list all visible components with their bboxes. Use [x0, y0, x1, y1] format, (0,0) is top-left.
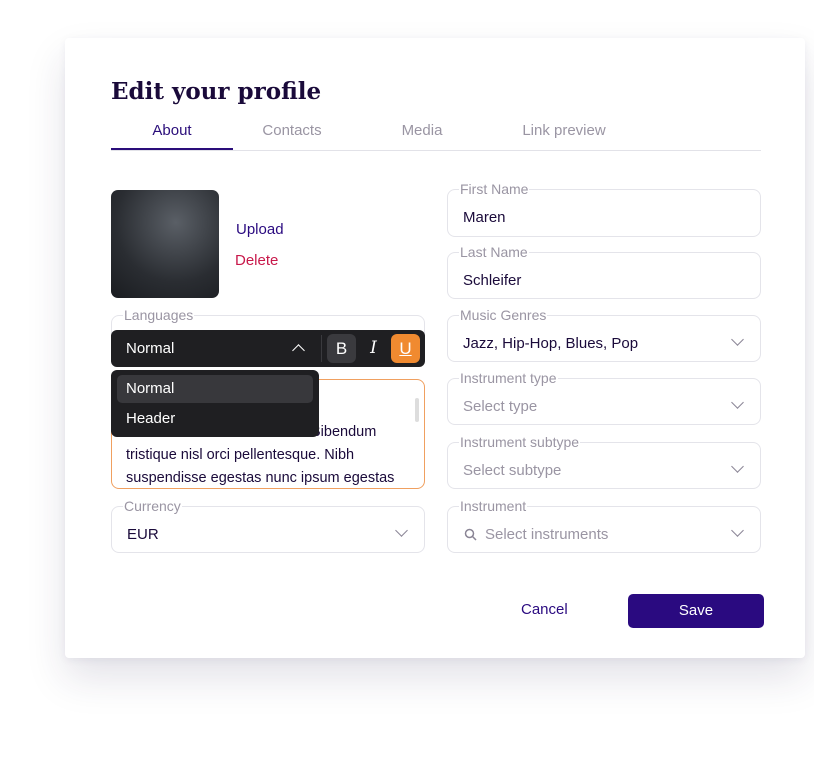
field-placeholder: Select subtype [463, 462, 562, 479]
field-label: Music Genres [460, 307, 547, 323]
cancel-button[interactable]: Cancel [521, 601, 568, 618]
first-name-field[interactable]: First Name Maren [447, 181, 761, 237]
format-option-header[interactable]: Header [117, 405, 313, 433]
field-label: Languages [124, 307, 194, 323]
tab-bar: About Contacts Media Link preview [111, 122, 761, 151]
chevron-down-icon [731, 524, 744, 537]
format-option-normal[interactable]: Normal [117, 375, 313, 403]
field-label: Last Name [460, 244, 528, 260]
editor-toolbar: Normal B I U [111, 330, 425, 367]
field-value: Maren [463, 209, 506, 226]
chevron-down-icon [395, 524, 408, 537]
save-button[interactable]: Save [628, 594, 764, 628]
field-value: Schleifer [463, 272, 522, 289]
field-value: Jazz, Hip-Hop, Blues, Pop [463, 335, 639, 352]
scrollbar[interactable] [415, 398, 419, 422]
instrument-type-select[interactable]: Instrument type Select type [447, 370, 761, 425]
field-label: Instrument type [460, 370, 557, 386]
page-title: Edit your profile [111, 78, 322, 105]
search-icon [464, 528, 477, 541]
field-label: Currency [124, 498, 181, 514]
last-name-field[interactable]: Last Name Schleifer [447, 244, 761, 299]
chevron-down-icon [731, 460, 744, 473]
field-label: Instrument subtype [460, 434, 580, 450]
upload-link[interactable]: Upload [236, 221, 284, 238]
tab-about[interactable]: About [111, 122, 233, 150]
field-placeholder: Select type [463, 398, 538, 415]
tab-contacts[interactable]: Contacts [233, 122, 351, 139]
format-select[interactable]: Normal [126, 340, 174, 357]
chevron-down-icon [731, 333, 744, 346]
chevron-up-icon[interactable] [292, 344, 305, 357]
field-label: Instrument [460, 498, 527, 514]
currency-select[interactable]: Currency EUR [111, 498, 425, 553]
delete-link[interactable]: Delete [235, 252, 278, 269]
format-dropdown: Normal Header [111, 370, 319, 437]
field-value: EUR [127, 526, 159, 543]
underline-button[interactable]: U [391, 334, 420, 363]
field-label: First Name [460, 181, 529, 197]
field-placeholder: Select instruments [485, 526, 609, 543]
bold-button[interactable]: B [327, 334, 356, 363]
tab-link-preview[interactable]: Link preview [506, 122, 622, 139]
instrument-select[interactable]: Instrument Select instruments [447, 498, 761, 553]
italic-button[interactable]: I [359, 334, 388, 363]
avatar [111, 190, 219, 298]
instrument-subtype-select[interactable]: Instrument subtype Select subtype [447, 434, 761, 489]
tab-media[interactable]: Media [371, 122, 473, 139]
divider [321, 335, 322, 362]
music-genres-select[interactable]: Music Genres Jazz, Hip-Hop, Blues, Pop [447, 307, 761, 362]
chevron-down-icon [731, 396, 744, 409]
